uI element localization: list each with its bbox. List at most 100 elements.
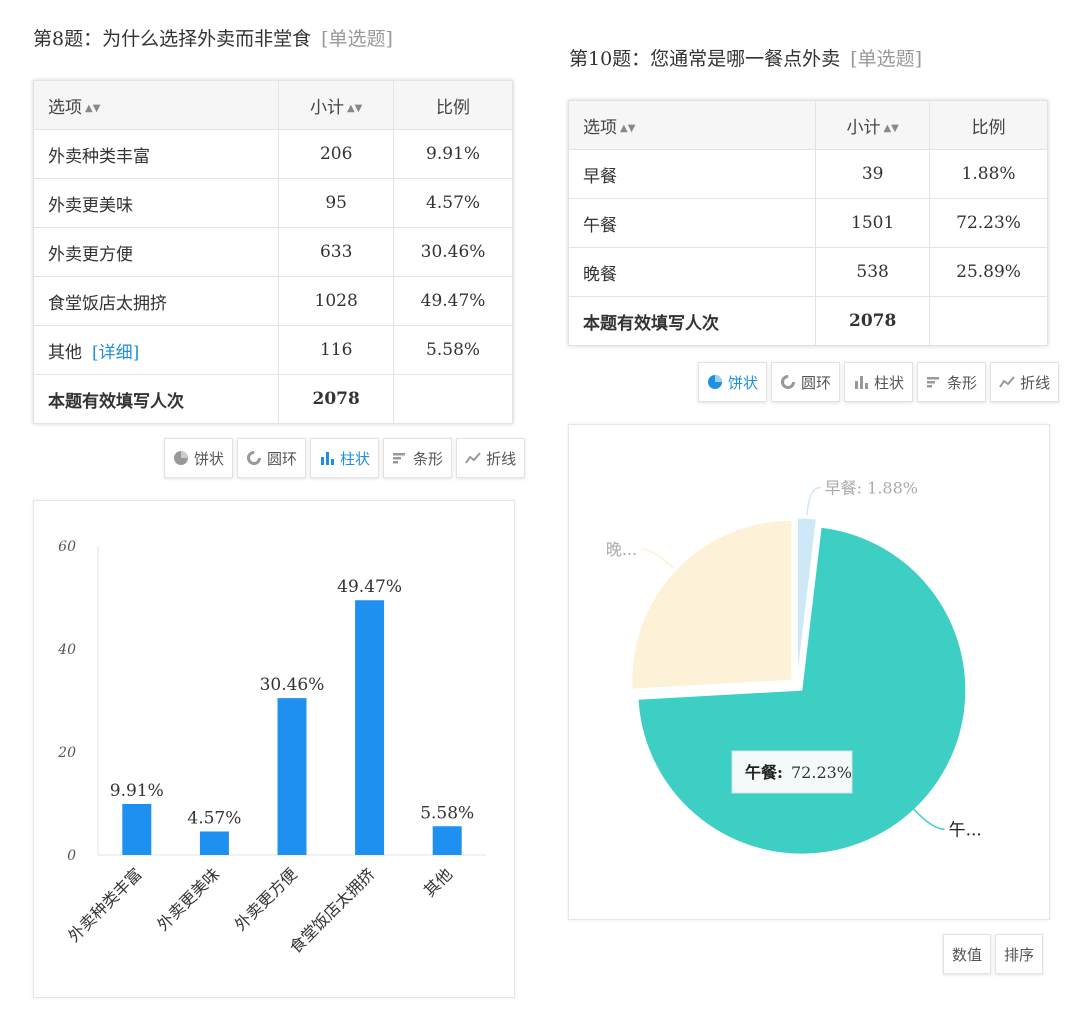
header-count[interactable]: 小计 ▲▼ [278,80,395,130]
table-row: 早餐 39 1.88% [567,149,1048,199]
bar[interactable] [199,831,229,855]
pie-icon [174,451,188,465]
pie-slice-label: 午... [949,820,982,840]
tool-hbar-button[interactable]: 条形 [383,438,453,478]
pie-leader-line [806,486,821,516]
donut-icon [781,375,796,389]
row-option: 早餐 [567,149,817,199]
q8-title-text: 第8题：为什么选择外卖而非堂食 [33,28,312,50]
q10-pie-chart-box: 早餐: 1.88% 午... 晚... 午餐: 72.23% [568,424,1050,920]
y-tick-label: 20 [57,745,76,761]
value-button-label: 数值 [952,945,983,964]
sort-button-label: 排序 [1004,945,1035,964]
row-ratio: 25.89% [929,247,1048,297]
sort-icon[interactable]: ▲▼ [85,103,100,114]
bar-chart-icon [321,452,335,465]
row-ratio: 49.47% [393,276,513,326]
row-option: 外卖更美味 [32,178,280,228]
y-tick-label: 60 [58,539,76,555]
tool-bar-button[interactable]: 柱状 [310,438,380,478]
tool-hbar-button[interactable]: 条形 [917,362,987,402]
row-ratio: 72.23% [929,198,1048,248]
table-row: 晚餐 538 25.89% [567,247,1048,297]
row-option: 晚餐 [567,247,817,297]
table-row: 食堂饭店太拥挤 1028 49.47% [32,276,513,326]
q8-bar-chart: 0 20 40 60 9.91% 4.57% 30.46% 49.47% 5.58% 外卖种类… [57,539,486,957]
y-tick-label: 0 [67,848,76,864]
pie-slice-label: 早餐: 1.88% [825,478,918,497]
sort-button[interactable]: 排序 [995,934,1044,974]
header-count[interactable]: 小计 ▲▼ [815,100,931,150]
value-button[interactable]: 数值 [943,934,992,974]
row-count: 116 [278,325,395,375]
table-header-row: 选项 ▲▼ 小计 ▲▼ 比例 [32,80,513,130]
row-count: 1028 [278,276,395,326]
tool-bar-label: 柱状 [340,449,371,468]
bar[interactable] [122,803,152,855]
q10-stats-table-panel: 选项 ▲▼ 小计 ▲▼ 比例 早餐 39 1.88% 午餐 1501 72.23% … [567,100,1048,346]
sort-icon[interactable]: ▲▼ [883,123,898,134]
pie-slice[interactable] [631,519,793,690]
row-count: 39 [815,149,931,199]
total-label: 本题有效填写人次 [567,296,817,346]
pie-icon [708,375,722,389]
table-row: 外卖更方便 633 30.46% [32,227,513,277]
row-count: 95 [278,178,395,228]
total-empty [393,374,513,424]
total-row: 本题有效填写人次 2078 [32,374,513,424]
table-header-row: 选项 ▲▼ 小计 ▲▼ 比例 [567,100,1048,150]
sort-icon[interactable]: ▲▼ [347,103,362,114]
total-row: 本题有效填写人次 2078 [567,296,1048,346]
tool-donut-button[interactable]: 圆环 [771,362,841,402]
donut-icon [247,451,262,465]
tool-pie-button[interactable]: 饼状 [698,362,768,402]
bar-data-label: 5.58% [420,803,474,823]
x-tick-label: 外卖更方便 [231,864,301,934]
bar[interactable] [277,698,307,855]
bar-data-label: 4.57% [187,808,241,828]
bar[interactable] [432,826,462,855]
bar-data-label: 9.91% [110,781,164,801]
q10-bottom-toolbar: 数值 排序 [943,934,1044,974]
q8-question-type: [单选题] [321,28,393,50]
total-label: 本题有效填写人次 [32,374,280,424]
header-option[interactable]: 选项 ▲▼ [32,80,280,130]
row-ratio: 5.58% [393,325,513,375]
bar-data-label: 30.46% [260,675,325,695]
row-count: 206 [278,129,395,179]
row-option: 午餐 [567,198,817,248]
row-option: 外卖种类丰富 [32,129,280,179]
tool-donut-label: 圆环 [801,373,832,392]
tool-bar-button[interactable]: 柱状 [844,362,914,402]
table-row: 午餐 1501 72.23% [567,198,1048,248]
tool-bar-label: 柱状 [874,373,905,392]
tool-pie-button[interactable]: 饼状 [164,438,234,478]
line-chart-icon [465,452,481,464]
q10-question-type: [单选题] [850,48,923,70]
header-option[interactable]: 选项 ▲▼ [567,100,817,150]
detail-link[interactable]: [详细] [92,343,139,363]
q8-stats-table-panel: 选项 ▲▼ 小计 ▲▼ 比例 外卖种类丰富 206 9.91% 外卖更美味 95 4… [32,80,513,424]
tool-line-button[interactable]: 折线 [456,438,526,478]
row-ratio: 9.91% [393,129,513,179]
horizontal-bar-icon [393,453,406,464]
q10-stats-table: 选项 ▲▼ 小计 ▲▼ 比例 早餐 39 1.88% 午餐 1501 72.23% … [567,100,1048,346]
tool-line-label: 折线 [1020,373,1051,392]
sort-icon[interactable]: ▲▼ [620,123,635,134]
x-tick-label: 外卖种类丰富 [64,864,145,945]
q10-title-text: 第10题：您通常是哪一餐点外卖 [569,48,841,70]
tool-line-button[interactable]: 折线 [990,362,1060,402]
row-option: 食堂饭店太拥挤 [32,276,280,326]
header-option-label: 选项 [583,117,617,138]
q8-stats-table: 选项 ▲▼ 小计 ▲▼ 比例 外卖种类丰富 206 9.91% 外卖更美味 95 4… [32,80,513,424]
row-ratio: 4.57% [393,178,513,228]
tool-hbar-label: 条形 [947,373,978,392]
row-count: 538 [815,247,931,297]
total-value: 2078 [815,296,931,346]
header-ratio: 比例 [929,100,1048,150]
table-row: 外卖种类丰富 206 9.91% [32,129,513,179]
bar[interactable] [355,600,385,855]
horizontal-bar-icon [927,377,940,388]
tool-donut-button[interactable]: 圆环 [237,438,307,478]
row-ratio: 1.88% [929,149,1048,199]
